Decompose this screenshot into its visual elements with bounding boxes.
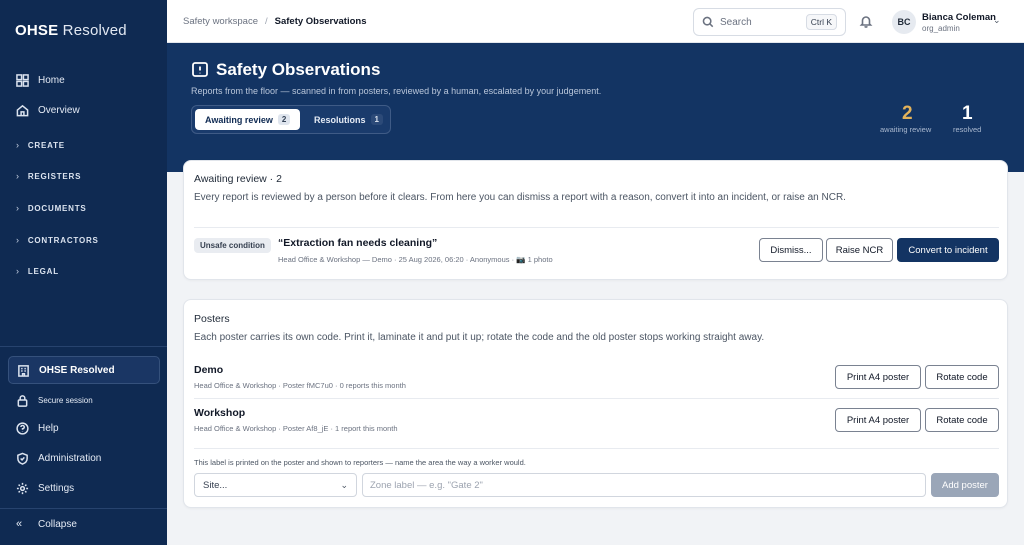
brand-logo[interactable]: OHSE Resolved	[15, 22, 127, 39]
card-title: Posters	[194, 313, 230, 325]
page-subtitle: Reports from the floor — scanned in from…	[191, 86, 602, 96]
bell-icon	[859, 16, 873, 28]
observation-meta: Head Office & Workshop — Demo · 25 Aug 2…	[278, 255, 553, 264]
poster-meta: Head Office & Workshop · Poster fMC7u0 ·…	[194, 381, 406, 390]
observation-title[interactable]: “Extraction fan needs cleaning”	[278, 237, 437, 249]
stat-resolved-label: resolved	[953, 125, 982, 134]
secure-session: Secure session	[16, 394, 93, 407]
sidebar-divider	[0, 508, 167, 509]
stat-awaiting-value: 2	[902, 103, 913, 124]
poster-name: Demo	[194, 364, 224, 376]
card-description: Every report is reviewed by a person bef…	[194, 192, 846, 203]
tab-bar: Awaiting review 2 Resolutions 1	[191, 105, 391, 134]
convert-to-incident-button[interactable]: Convert to incident	[897, 238, 999, 262]
print-poster-button[interactable]: Print A4 poster	[835, 365, 921, 389]
divider	[194, 448, 999, 449]
poster-name: Workshop	[194, 407, 246, 419]
sidebar-section-registers[interactable]: › REGISTERS	[16, 171, 81, 181]
raise-ncr-button[interactable]: Raise NCR	[826, 238, 893, 262]
page-title: Safety Observations	[216, 60, 381, 79]
alert-square-icon	[191, 61, 209, 79]
shield-icon	[17, 452, 28, 465]
chevron-down-icon: ⌄	[340, 479, 348, 490]
double-chevron-left-icon: «	[16, 518, 23, 530]
help-circle-icon	[16, 422, 29, 435]
sidebar-section-documents[interactable]: › DOCUMENTS	[16, 203, 87, 213]
divider	[194, 398, 999, 399]
lock-icon	[17, 395, 28, 407]
category-badge: Unsafe condition	[194, 238, 271, 253]
stat-resolved-value: 1	[962, 103, 973, 124]
card-title: Awaiting review · 2	[194, 173, 282, 185]
breadcrumb: Safety workspace / Safety Observations	[183, 16, 367, 27]
search-shortcut: Ctrl K	[805, 14, 837, 30]
sidebar-item-home[interactable]: Home	[16, 74, 65, 87]
user-name[interactable]: Bianca Coleman	[922, 12, 996, 23]
zone-label-hint: This label is printed on the poster and …	[194, 458, 526, 467]
site-select[interactable]: Site... ⌄	[194, 473, 357, 497]
sidebar-item-overview[interactable]: Overview	[16, 104, 80, 117]
avatar[interactable]: BC	[892, 10, 916, 34]
tab-awaiting-review[interactable]: Awaiting review 2	[195, 109, 301, 130]
chevron-down-icon[interactable]: ⌄	[993, 15, 1001, 26]
sidebar: OHSE Resolved Home Overview › CREATE › REG…	[0, 0, 167, 545]
building-icon	[18, 364, 29, 377]
print-poster-button[interactable]: Print A4 poster	[835, 408, 921, 432]
awaiting-review-card: Awaiting review · 2 Every report is revi…	[183, 160, 1008, 280]
chevron-right-icon: ›	[16, 140, 20, 150]
page-header: Safety Observations Reports from the flo…	[167, 43, 1024, 172]
search-icon	[702, 16, 714, 28]
stat-awaiting-label: awaiting review	[880, 125, 932, 134]
rotate-code-button[interactable]: Rotate code	[925, 365, 999, 389]
chevron-right-icon: ›	[16, 203, 20, 213]
breadcrumb-current: Safety Observations	[274, 16, 367, 27]
poster-meta: Head Office & Workshop · Poster Af8_jE ·…	[194, 424, 398, 433]
divider	[194, 227, 999, 228]
card-description: Each poster carries its own code. Print …	[194, 332, 765, 343]
search-box[interactable]: Search Ctrl K	[693, 8, 846, 36]
breadcrumb-separator: /	[264, 16, 268, 27]
rotate-code-button[interactable]: Rotate code	[925, 408, 999, 432]
tab-resolutions[interactable]: Resolutions 1	[304, 109, 393, 130]
grid-icon	[16, 74, 29, 87]
sidebar-item-help[interactable]: Help	[16, 422, 59, 435]
breadcrumb-parent[interactable]: Safety workspace	[183, 16, 258, 27]
zone-label-input[interactable]	[362, 473, 926, 497]
add-poster-button[interactable]: Add poster	[931, 473, 999, 497]
top-bar: Safety workspace / Safety Observations S…	[167, 0, 1024, 43]
dismiss-button[interactable]: Dismiss...	[759, 238, 823, 262]
chevron-right-icon: ›	[16, 171, 20, 181]
search-label: Search	[720, 16, 752, 28]
org-switcher[interactable]: OHSE Resolved	[8, 356, 160, 384]
chevron-right-icon: ›	[16, 266, 20, 276]
sidebar-item-settings[interactable]: Settings	[16, 482, 74, 495]
posters-card: Posters Each poster carries its own code…	[183, 299, 1008, 508]
collapse-button[interactable]: « Collapse	[16, 518, 77, 530]
notifications-button[interactable]	[859, 14, 873, 28]
gear-icon	[16, 482, 29, 495]
tab-count: 1	[370, 114, 383, 125]
sidebar-section-create[interactable]: › CREATE	[16, 140, 65, 150]
chevron-right-icon: ›	[16, 235, 20, 245]
sidebar-divider	[0, 346, 167, 347]
sidebar-section-legal[interactable]: › LEGAL	[16, 266, 59, 276]
user-role: org_admin	[922, 24, 960, 33]
sidebar-section-contractors[interactable]: › CONTRACTORS	[16, 235, 99, 245]
house-icon	[16, 104, 29, 117]
tab-count: 2	[277, 114, 291, 125]
sidebar-item-administration[interactable]: Administration	[16, 452, 101, 465]
